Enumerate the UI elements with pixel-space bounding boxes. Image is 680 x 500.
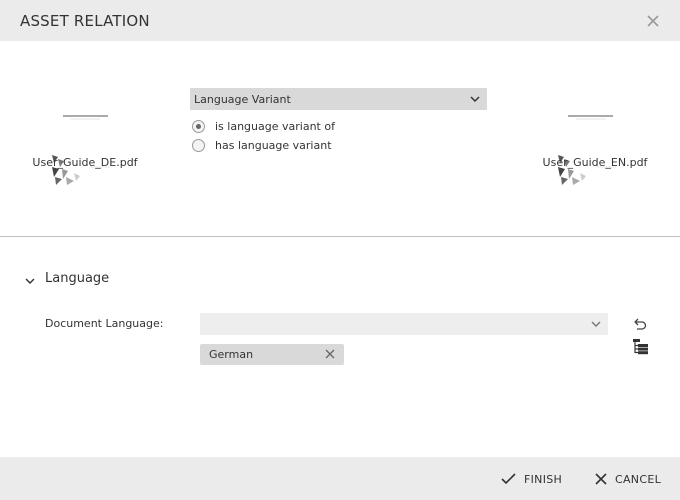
target-asset-thumbnail xyxy=(556,111,626,187)
dialog-header: ASSET RELATION xyxy=(0,0,680,41)
chevron-down-icon xyxy=(470,96,480,103)
dialog-footer: FINISH CANCEL xyxy=(0,457,680,500)
cancel-button[interactable]: CANCEL xyxy=(595,469,661,489)
dialog-title: ASSET RELATION xyxy=(20,12,150,30)
relation-area: User_Guide_DE.pdf Language Variant is la… xyxy=(0,41,680,236)
radio-label: is language variant of xyxy=(215,120,335,133)
close-icon[interactable] xyxy=(325,349,335,359)
undo-icon[interactable] xyxy=(632,316,648,332)
document-language-label: Document Language: xyxy=(45,317,164,330)
section-divider xyxy=(0,236,680,237)
selected-language-tag: German xyxy=(200,344,344,365)
chevron-down-icon[interactable] xyxy=(24,275,36,287)
section-title: Language xyxy=(45,271,110,286)
finish-button[interactable]: FINISH xyxy=(501,469,562,489)
tag-label: German xyxy=(209,348,254,361)
cancel-label: CANCEL xyxy=(615,472,661,486)
document-language-select[interactable] xyxy=(200,313,608,335)
close-icon[interactable] xyxy=(644,12,662,30)
chevron-down-icon xyxy=(591,321,601,327)
radio-button[interactable] xyxy=(192,139,205,152)
radio-label: has language variant xyxy=(215,139,332,152)
close-icon xyxy=(595,473,607,485)
finish-label: FINISH xyxy=(524,472,563,486)
radio-button-checked[interactable] xyxy=(192,120,205,133)
tree-icon[interactable] xyxy=(632,338,649,355)
target-asset-filename: User_Guide_EN.pdf xyxy=(542,156,648,169)
source-asset-filename: User_Guide_DE.pdf xyxy=(32,156,138,169)
relation-type-value: Language Variant xyxy=(194,93,291,106)
relation-type-select[interactable]: Language Variant xyxy=(190,88,487,110)
check-icon xyxy=(501,473,516,485)
source-asset-thumbnail xyxy=(50,111,120,187)
